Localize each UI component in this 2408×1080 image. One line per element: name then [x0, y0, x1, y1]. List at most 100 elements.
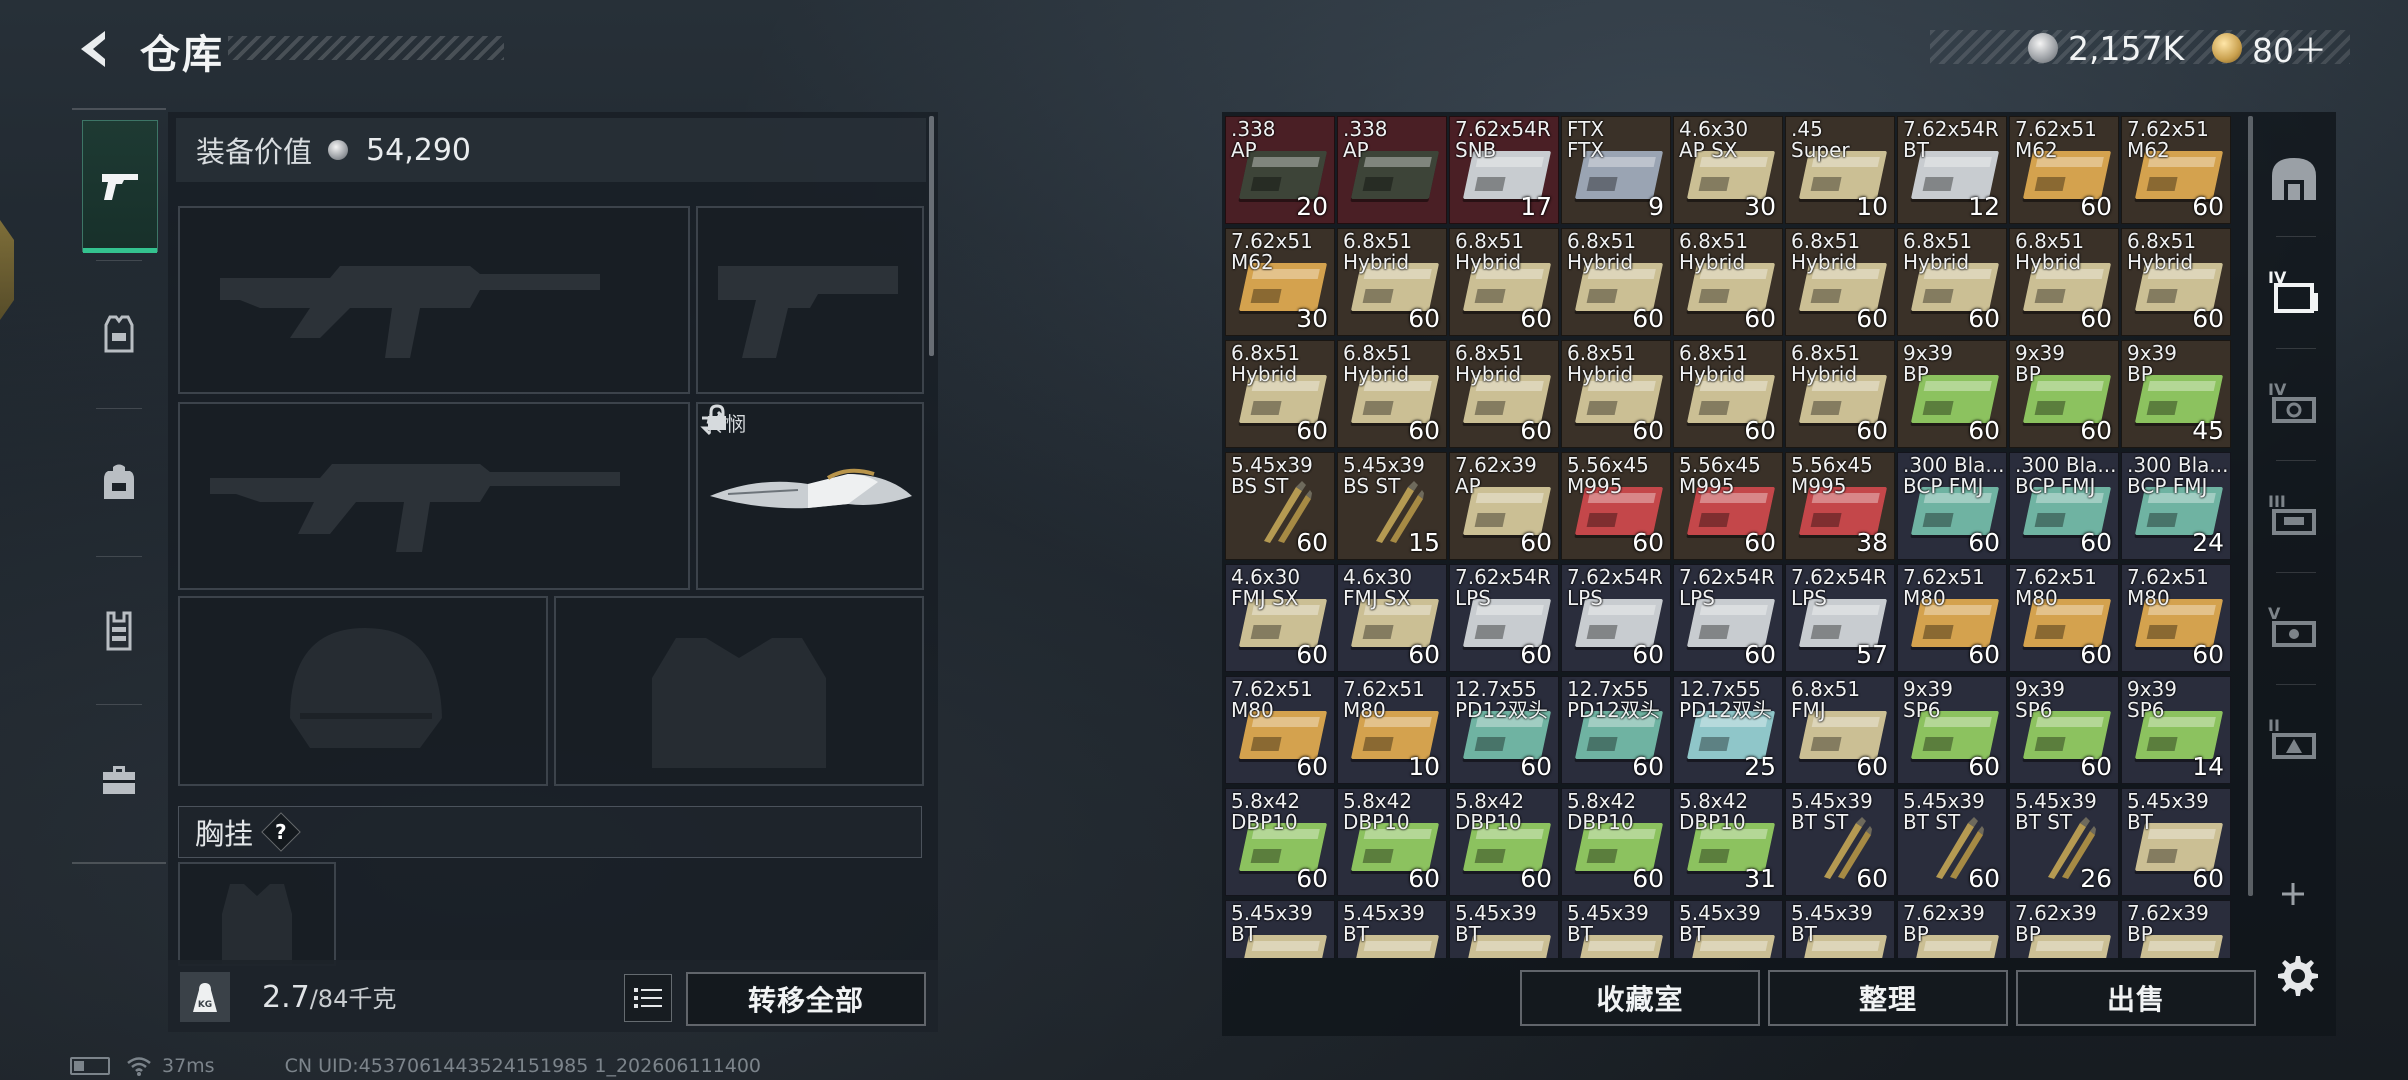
ammo-cell[interactable]: 7.62x51 M80 10	[1337, 676, 1447, 784]
ammo-cell[interactable]: 5.56x45 M995 60	[1673, 452, 1783, 560]
ammo-cell[interactable]: 6.8x51 Hybrid 60	[1897, 228, 2007, 336]
ammo-cell[interactable]: 12.7x55 PD12双头 60	[1449, 676, 1559, 784]
sell-button[interactable]: 出售	[2016, 970, 2256, 1026]
silver-currency[interactable]: 2,157K	[2028, 24, 2184, 72]
helmet-slot[interactable]	[178, 596, 548, 786]
ammo-cell[interactable]: 9x39 BP 60	[2009, 340, 2119, 448]
ammo-cell[interactable]: 4.6x30 AP SX 30	[1673, 116, 1783, 224]
tab-storage-iii[interactable]: III	[2262, 482, 2326, 546]
ammo-cell[interactable]: 5.8x42 DBP10 60	[1561, 788, 1671, 896]
body-armor-slot[interactable]	[554, 596, 924, 786]
ammo-cell[interactable]: 6.8x51 Hybrid 60	[1785, 340, 1895, 448]
ammo-cell[interactable]: 7.62x51 M80 60	[2121, 564, 2231, 672]
ammo-cell[interactable]: 6.8x51 Hybrid 60	[1785, 228, 1895, 336]
tab-storage-iv[interactable]: IV	[2262, 258, 2326, 322]
ammo-cell[interactable]: 4.6x30 FMJ SX 60	[1225, 564, 1335, 672]
ammo-cell[interactable]: 9x39 BP 60	[1897, 340, 2007, 448]
ammo-cell[interactable]: 6.8x51 Hybrid 60	[1673, 228, 1783, 336]
ammo-cell[interactable]: 5.8x42 DBP10 60	[1337, 788, 1447, 896]
ammo-cell[interactable]: 7.62x39 AP 60	[1449, 452, 1559, 560]
ammo-cell[interactable]: 5.45x39 BT	[1225, 900, 1335, 958]
ammo-cell[interactable]: 7.62x54R LPS 57	[1785, 564, 1895, 672]
ammo-cell[interactable]: 5.45x39 BT ST 60	[1897, 788, 2007, 896]
ammo-cell[interactable]: 7.62x51 M80 60	[1897, 564, 2007, 672]
transfer-all-button[interactable]: 转移全部	[686, 972, 926, 1026]
list-view-button[interactable]	[624, 974, 672, 1022]
ammo-cell[interactable]: 7.62x54R BT 12	[1897, 116, 2007, 224]
ammo-cell[interactable]: 6.8x51 Hybrid 60	[1337, 228, 1447, 336]
ammo-cell[interactable]: 5.8x42 DBP10 60	[1449, 788, 1559, 896]
ammo-cell[interactable]: 6.8x51 Hybrid 60	[1449, 228, 1559, 336]
chest-rig-slot[interactable]	[178, 862, 336, 966]
ammo-cell[interactable]: 6.8x51 Hybrid 60	[1449, 340, 1559, 448]
ammo-cell[interactable]: FTX FTX 9	[1561, 116, 1671, 224]
ammo-cell[interactable]: 7.62x39 BP	[2009, 900, 2119, 958]
tab-armor[interactable]	[82, 270, 156, 400]
ammo-cell[interactable]: 7.62x54R LPS 60	[1673, 564, 1783, 672]
settings-button[interactable]	[2272, 952, 2320, 1000]
ammo-cell[interactable]: 5.8x42 DBP10 31	[1673, 788, 1783, 896]
tab-vault[interactable]	[2262, 146, 2326, 210]
ammo-cell[interactable]: .300 Bla... BCP FMJ 60	[2009, 452, 2119, 560]
ammo-cell[interactable]: 12.7x55 PD12双头 25	[1673, 676, 1783, 784]
tab-weapons[interactable]	[82, 120, 158, 253]
ammo-cell[interactable]: 5.8x42 DBP10 60	[1225, 788, 1335, 896]
ammo-cell[interactable]: 12.7x55 PD12双头 60	[1561, 676, 1671, 784]
ammo-cell[interactable]: 9x39 BP 45	[2121, 340, 2231, 448]
secondary-weapon-slot[interactable]	[696, 206, 924, 394]
ammo-cell[interactable]: 7.62x51 M62 60	[2121, 116, 2231, 224]
ammo-cell[interactable]: 7.62x39 BP	[1897, 900, 2007, 958]
ammo-cell[interactable]: 9x39 SP6 60	[2009, 676, 2119, 784]
ammo-cell[interactable]: 7.62x54R LPS 60	[1561, 564, 1671, 672]
ammo-cell[interactable]: 7.62x39 BP	[2121, 900, 2231, 958]
add-tab-button[interactable]	[2278, 878, 2308, 918]
primary-weapon-slot[interactable]	[178, 206, 690, 394]
ammo-cell[interactable]: 7.62x54R SNB 17	[1449, 116, 1559, 224]
melee-slot[interactable]: 怜悯	[696, 402, 924, 590]
ammo-cell[interactable]: 5.56x45 M995 60	[1561, 452, 1671, 560]
ammo-cell[interactable]: 9x39 SP6 60	[1897, 676, 2007, 784]
gold-currency[interactable]: 80＋	[2212, 24, 2327, 72]
ammo-cell[interactable]: 5.45x39 BT ST 26	[2009, 788, 2119, 896]
ammo-cell[interactable]: 7.62x51 M80 60	[1225, 676, 1335, 784]
ammo-cell[interactable]: 5.45x39 BT	[1673, 900, 1783, 958]
ammo-cell[interactable]: 6.8x51 Hybrid 60	[1337, 340, 1447, 448]
ammo-cell[interactable]: 7.62x51 M62 30	[1225, 228, 1335, 336]
ammo-cell[interactable]: 5.45x39 BT	[1337, 900, 1447, 958]
tab-storage-ii[interactable]: II	[2262, 706, 2326, 770]
ammo-cell[interactable]: .338 AP	[1337, 116, 1447, 224]
tab-storage-iv-b[interactable]: IV	[2262, 370, 2326, 434]
ammo-cell[interactable]: 7.62x51 M80 60	[2009, 564, 2119, 672]
ammo-cell[interactable]: 6.8x51 Hybrid 60	[1225, 340, 1335, 448]
ammo-cell[interactable]: 5.45x39 BT	[1449, 900, 1559, 958]
ammo-cell[interactable]: 5.45x39 BT	[1561, 900, 1671, 958]
ammo-cell[interactable]: 9x39 SP6 14	[2121, 676, 2231, 784]
ammo-cell[interactable]: 5.45x39 BT	[1785, 900, 1895, 958]
ammo-cell[interactable]: 6.8x51 Hybrid 60	[2009, 228, 2119, 336]
tab-toolbox[interactable]	[82, 714, 156, 844]
ammo-cell[interactable]: 5.45x39 BS ST 60	[1225, 452, 1335, 560]
second-primary-slot[interactable]	[178, 402, 690, 590]
tab-backpack[interactable]	[82, 418, 156, 548]
tab-chest-rig[interactable]	[82, 566, 156, 696]
back-button[interactable]	[70, 24, 120, 74]
help-icon[interactable]: ?	[261, 812, 301, 852]
tab-storage-v[interactable]: V	[2262, 594, 2326, 658]
ammo-cell[interactable]: 5.45x39 BS ST 15	[1337, 452, 1447, 560]
ammo-cell[interactable]: 4.6x30 FMJ SX 60	[1337, 564, 1447, 672]
ammo-cell[interactable]: 6.8x51 Hybrid 60	[1673, 340, 1783, 448]
ammo-cell[interactable]: 6.8x51 Hybrid 60	[1561, 340, 1671, 448]
loadout-scrollbar[interactable]	[929, 116, 934, 356]
ammo-cell[interactable]: 5.45x39 BT ST 60	[1785, 788, 1895, 896]
organize-button[interactable]: 整理	[1768, 970, 2008, 1026]
ammo-cell[interactable]: 6.8x51 Hybrid 60	[2121, 228, 2231, 336]
ammo-cell[interactable]: .300 Bla... BCP FMJ 60	[1897, 452, 2007, 560]
ammo-cell[interactable]: .300 Bla... BCP FMJ 24	[2121, 452, 2231, 560]
collection-room-button[interactable]: 收藏室	[1520, 970, 1760, 1026]
ammo-cell[interactable]: 7.62x51 M62 60	[2009, 116, 2119, 224]
ammo-cell[interactable]: 7.62x54R LPS 60	[1449, 564, 1559, 672]
ammo-cell[interactable]: .338 AP 20	[1225, 116, 1335, 224]
ammo-cell[interactable]: .45 Super 10	[1785, 116, 1895, 224]
ammo-cell[interactable]: 5.45x39 BT 60	[2121, 788, 2231, 896]
ammo-cell[interactable]: 6.8x51 FMJ 60	[1785, 676, 1895, 784]
